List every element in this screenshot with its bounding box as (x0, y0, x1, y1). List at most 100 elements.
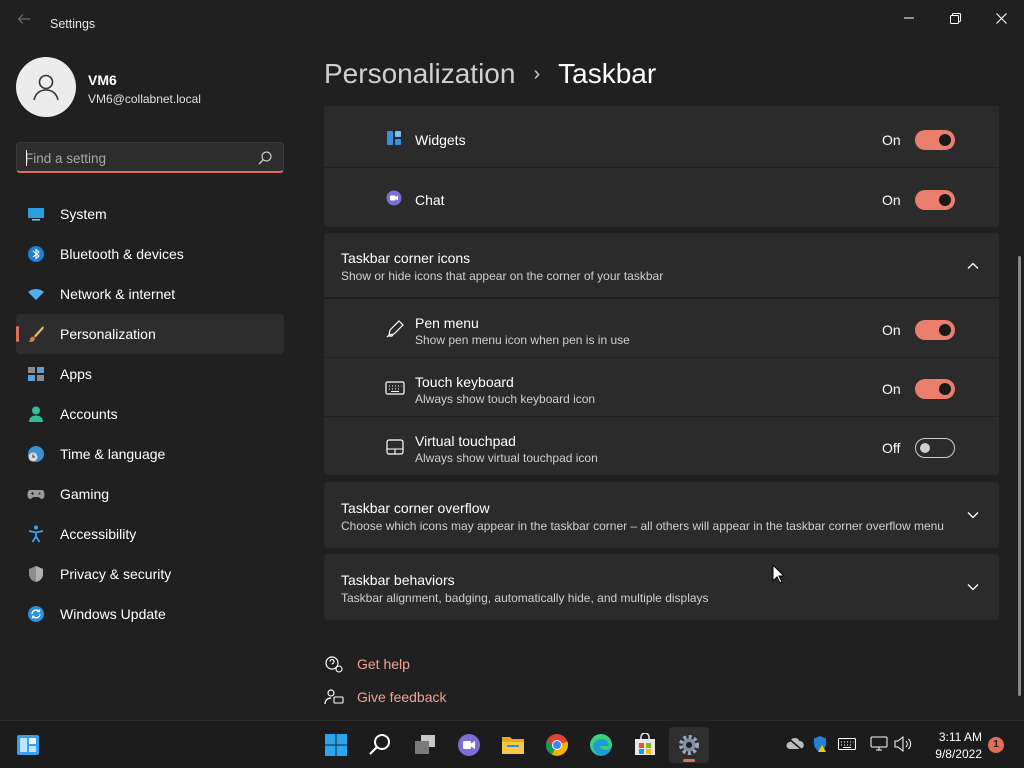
touchpad-icon (386, 439, 404, 455)
security-tray-icon[interactable] (810, 735, 830, 753)
monitor-icon (28, 208, 44, 221)
widgets-state-label: On (882, 132, 901, 148)
give-feedback-text[interactable]: Give feedback (357, 689, 447, 705)
chat-title: Chat (415, 192, 445, 208)
windows-logo-icon (325, 734, 347, 756)
back-button[interactable] (12, 10, 36, 34)
clock-date[interactable]: 9/8/2022 (920, 747, 982, 761)
search-taskbar-button[interactable] (360, 727, 400, 763)
widgets-taskbar-button[interactable] (8, 727, 48, 763)
chat-taskbar-button[interactable] (449, 727, 489, 763)
pen-menu-title: Pen menu (415, 315, 479, 331)
user-name: VM6 (88, 72, 117, 88)
touch-keyboard-row[interactable]: Touch keyboard Always show touch keyboar… (324, 358, 999, 416)
touch-keyboard-toggle[interactable] (915, 379, 955, 399)
chat-row[interactable]: Chat On (324, 168, 999, 227)
start-button[interactable] (316, 727, 356, 763)
store-button[interactable] (625, 727, 665, 763)
notification-badge[interactable]: 1 (988, 737, 1004, 753)
sidebar-item-label: Accounts (60, 406, 118, 422)
virtual-touchpad-subtitle: Always show virtual touchpad icon (415, 451, 598, 465)
settings-taskbar-button[interactable] (669, 727, 709, 763)
minimize-button[interactable] (886, 4, 932, 32)
pen-menu-state-label: On (882, 322, 901, 338)
breadcrumb: Personalization › Taskbar (324, 58, 656, 90)
onedrive-offline-icon[interactable] (785, 735, 805, 753)
sidebar-item-label: Apps (60, 366, 92, 382)
sidebar-item-time-language[interactable]: Time & language (16, 434, 284, 474)
sidebar-item-label: System (60, 206, 107, 222)
search-input[interactable] (25, 149, 255, 167)
chrome-button[interactable] (537, 727, 577, 763)
sidebar-item-gaming[interactable]: Gaming (16, 474, 284, 514)
restore-icon (949, 12, 961, 24)
chat-toggle[interactable] (915, 190, 955, 210)
help-icon (325, 656, 343, 673)
corner-icons-subtitle: Show or hide icons that appear on the co… (341, 269, 664, 283)
corner-overflow-section[interactable]: Taskbar corner overflow Choose which ico… (324, 482, 999, 548)
breadcrumb-separator: › (533, 62, 541, 85)
get-help-link[interactable]: Get help (324, 653, 410, 675)
text-caret (26, 150, 27, 166)
person-icon (33, 74, 59, 101)
sidebar-item-windows-update[interactable]: Windows Update (16, 594, 284, 634)
chevron-down-icon[interactable] (966, 508, 980, 522)
task-view-button[interactable] (405, 727, 445, 763)
sidebar-item-accessibility[interactable]: Accessibility (16, 514, 284, 554)
chevron-up-icon[interactable] (966, 259, 980, 273)
chevron-down-icon[interactable] (966, 580, 980, 594)
volume-tray-icon[interactable] (893, 735, 913, 753)
sidebar-item-bluetooth[interactable]: Bluetooth & devices (16, 234, 284, 274)
search-icon (369, 734, 390, 755)
sidebar-item-accounts[interactable]: Accounts (16, 394, 284, 434)
breadcrumb-parent[interactable]: Personalization (324, 58, 515, 90)
apps-icon (28, 367, 44, 381)
virtual-touchpad-row[interactable]: Virtual touchpad Always show virtual tou… (324, 417, 999, 475)
sidebar-item-label: Time & language (60, 446, 166, 462)
page-title: Taskbar (558, 58, 657, 89)
sidebar-item-label: Bluetooth & devices (60, 246, 184, 262)
corner-overflow-subtitle: Choose which icons may appear in the tas… (341, 519, 944, 533)
chat-state-label: On (882, 192, 901, 208)
mouse-cursor-icon (772, 564, 786, 584)
edge-button[interactable] (581, 727, 621, 763)
virtual-touchpad-toggle[interactable] (915, 438, 955, 458)
task-view-icon (415, 735, 435, 754)
close-button[interactable] (978, 4, 1024, 32)
file-explorer-button[interactable] (493, 727, 533, 763)
clock-time[interactable]: 3:11 AM (926, 730, 982, 744)
give-feedback-link[interactable]: Give feedback (324, 686, 447, 708)
chat-icon (386, 190, 402, 206)
restore-button[interactable] (932, 4, 978, 32)
search-icon[interactable] (257, 150, 273, 166)
pen-menu-subtitle: Show pen menu icon when pen is in use (415, 333, 630, 347)
sidebar-item-system[interactable]: System (16, 194, 284, 234)
sidebar-item-network[interactable]: Network & internet (16, 274, 284, 314)
search-box[interactable] (16, 142, 284, 173)
back-arrow-icon (17, 14, 30, 24)
pen-menu-row[interactable]: Pen menu Show pen menu icon when pen is … (324, 299, 999, 357)
sidebar-item-privacy[interactable]: Privacy & security (16, 554, 284, 594)
network-tray-icon[interactable] (869, 735, 889, 753)
gamepad-icon (27, 490, 45, 499)
corner-icons-header[interactable]: Taskbar corner icons Show or hide icons … (324, 233, 999, 297)
feedback-icon (324, 689, 344, 705)
settings-content: Widgets On Chat On Taskbar corner icons … (324, 106, 1000, 714)
widgets-row[interactable]: Widgets On (324, 106, 999, 167)
scrollbar[interactable] (1018, 256, 1021, 696)
sidebar-item-personalization[interactable]: Personalization (16, 314, 284, 354)
wifi-icon (28, 289, 44, 300)
app-title: Settings (50, 17, 96, 31)
sidebar-item-apps[interactable]: Apps (16, 354, 284, 394)
pen-icon (386, 320, 404, 338)
sidebar-item-label: Windows Update (60, 606, 166, 622)
widgets-icon (17, 735, 39, 755)
avatar[interactable] (16, 57, 76, 117)
get-help-text[interactable]: Get help (357, 656, 410, 672)
shield-icon (29, 566, 43, 582)
widgets-toggle[interactable] (915, 130, 955, 150)
edge-icon (590, 734, 612, 756)
keyboard-tray-icon[interactable] (837, 735, 857, 753)
taskbar-behaviors-section[interactable]: Taskbar behaviors Taskbar alignment, bad… (324, 554, 999, 620)
pen-menu-toggle[interactable] (915, 320, 955, 340)
